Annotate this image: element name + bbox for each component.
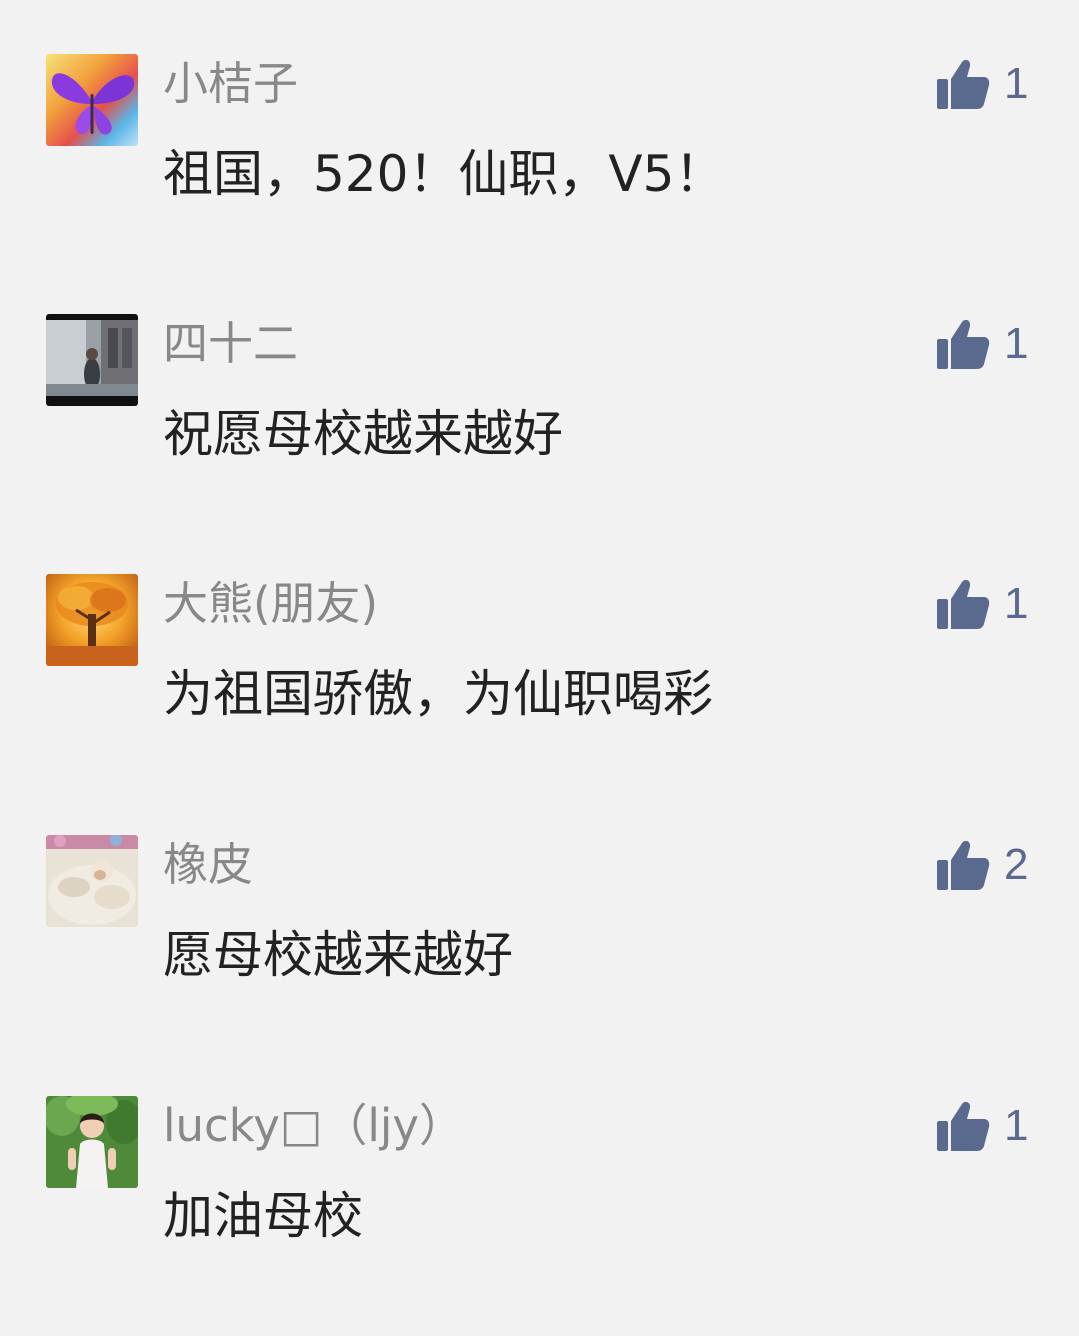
like-button[interactable]: 1 — [936, 1096, 1028, 1156]
comment-text: 加油母校 — [163, 1187, 363, 1245]
street-photo-avatar[interactable] — [46, 314, 138, 406]
like-count: 1 — [1004, 319, 1029, 368]
girl-photo-avatar[interactable] — [46, 1096, 138, 1188]
commenter-name[interactable]: 橡皮 — [163, 835, 253, 895]
thumbs-up-icon — [937, 319, 990, 369]
comment-item: 小桔子 祖国，520！仙职，V5！ 1 — [0, 54, 1079, 294]
like-button[interactable]: 1 — [936, 574, 1028, 634]
like-count: 1 — [1004, 1101, 1029, 1150]
thumbs-up-icon — [937, 1101, 990, 1151]
like-button[interactable]: 1 — [936, 314, 1028, 374]
like-count: 2 — [1004, 840, 1029, 889]
commenter-name[interactable]: lucky□（ljy） — [163, 1096, 464, 1156]
comment-text: 为祖国骄傲，为仙职喝彩 — [163, 665, 713, 723]
thumbs-up-icon — [937, 840, 990, 890]
commenter-name[interactable]: 小桔子 — [163, 54, 298, 114]
like-count: 1 — [1004, 579, 1029, 628]
commenter-name[interactable]: 四十二 — [163, 314, 298, 374]
comment-item: 橡皮 愿母校越来越好 2 — [0, 835, 1079, 1075]
like-button[interactable]: 2 — [936, 835, 1028, 895]
like-button[interactable]: 1 — [936, 54, 1028, 114]
comment-text: 祝愿母校越来越好 — [163, 405, 563, 463]
thumbs-up-icon — [937, 59, 990, 109]
comment-text: 愿母校越来越好 — [163, 926, 513, 984]
comment-item: lucky□（ljy） 加油母校 1 — [0, 1096, 1079, 1336]
autumn-tree-avatar[interactable] — [46, 574, 138, 666]
like-count: 1 — [1004, 59, 1029, 108]
commenter-name[interactable]: 大熊(朋友) — [163, 574, 378, 634]
comment-text: 祖国，520！仙职，V5！ — [163, 145, 725, 203]
comment-item: 四十二 祝愿母校越来越好 1 — [0, 314, 1079, 554]
butterfly-avatar[interactable] — [46, 54, 138, 146]
thumbs-up-icon — [937, 579, 990, 629]
baby-photo-avatar[interactable] — [46, 835, 138, 927]
comment-item: 大熊(朋友) 为祖国骄傲，为仙职喝彩 1 — [0, 574, 1079, 814]
